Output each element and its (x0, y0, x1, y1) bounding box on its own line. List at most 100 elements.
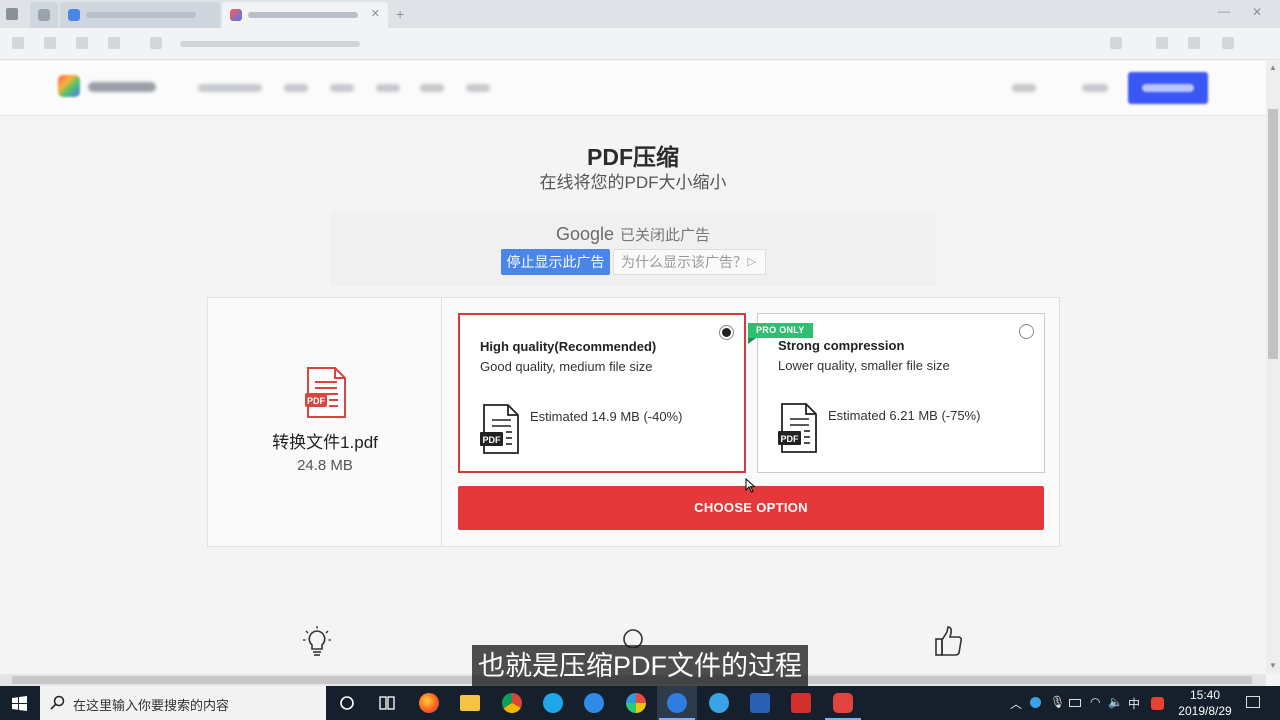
option-high-quality[interactable]: High quality(Recommended) Good quality, … (458, 313, 746, 473)
window-minimize-icon[interactable]: — (1218, 4, 1230, 18)
pdf-file-icon-label: PDF (307, 396, 326, 406)
why-ad-label: 为什么显示该广告？ (621, 254, 747, 270)
url-field[interactable] (170, 33, 1090, 55)
firefox-icon[interactable] (419, 693, 439, 713)
battery-icon[interactable] (1069, 699, 1081, 707)
microphone-icon[interactable]: 🎙 (1050, 695, 1065, 709)
document-pdf-icon: PDF (778, 403, 817, 453)
file-name: 转换文件1.pdf (272, 433, 378, 452)
page-title: PDF压缩 (587, 144, 679, 170)
compress-panel: PDF 转换文件1.pdf 24.8 MB High quality(Recom… (207, 297, 1060, 547)
site-header (0, 61, 1266, 116)
quick-assist-icon[interactable] (543, 693, 563, 713)
thumbs-up-icon (935, 626, 963, 656)
lightbulb-icon (303, 626, 331, 656)
file-explorer-icon[interactable] (460, 695, 480, 711)
option-estimate: Estimated 6.21 MB (-75%) (828, 408, 981, 423)
task-view-icon[interactable] (377, 693, 397, 713)
file-info: PDF 转换文件1.pdf 24.8 MB (208, 298, 442, 546)
forward-icon[interactable] (44, 37, 56, 49)
option-title: High quality(Recommended) (480, 339, 657, 354)
tab-favicon-icon (38, 9, 50, 21)
google-label: Google (555, 224, 615, 244)
pdf-app-icon[interactable] (833, 693, 853, 713)
video-caption: 也就是压缩PDF文件的过程 (472, 645, 808, 687)
site-logo-text[interactable] (88, 82, 156, 92)
window-close-icon[interactable]: ✕ (1252, 5, 1262, 19)
nav-item-2[interactable] (284, 84, 308, 92)
taskbar-search[interactable]: 在这里输入你要搜索的内容 (40, 686, 326, 720)
nav-item-tools[interactable] (198, 84, 262, 92)
option-title: Strong compression (778, 338, 905, 353)
acrobat-icon[interactable] (791, 693, 811, 713)
page-subtitle: 在线将您的PDF大小缩小 (539, 173, 727, 192)
scroll-up-icon[interactable]: ▲ (1269, 63, 1277, 72)
stop-ad-button[interactable]: 停止显示此广告 (501, 249, 610, 275)
scrollbar-thumb[interactable] (1268, 109, 1278, 359)
browser-tab-1[interactable] (30, 2, 58, 28)
bookmark-icon[interactable] (1110, 37, 1122, 49)
browser-address-bar (0, 28, 1280, 60)
app-blue-icon[interactable] (584, 693, 604, 713)
tray-chevron-icon[interactable]: ︿ (1010, 695, 1022, 712)
browser-tab-bar: ✕ + — ✕ (0, 0, 1280, 28)
ie-icon[interactable] (709, 693, 729, 713)
back-icon[interactable] (12, 37, 24, 49)
app-colorful-icon[interactable] (626, 693, 646, 713)
taskbar-search-placeholder: 在这里输入你要搜索的内容 (73, 698, 230, 713)
reload-icon[interactable] (76, 37, 88, 49)
option-description: Good quality, medium file size (480, 359, 653, 374)
browser-tab-active[interactable]: ✕ (222, 2, 388, 28)
tab-favicon-icon (68, 9, 80, 21)
nav-item-5[interactable] (420, 84, 444, 92)
chrome-icon[interactable] (502, 693, 522, 713)
ad-closed-notice: Google 已关闭此广告 (330, 224, 936, 245)
sogou-icon[interactable] (1151, 697, 1164, 710)
clock-time[interactable]: 15:40 (1183, 688, 1227, 702)
new-tab-icon[interactable]: + (396, 6, 404, 22)
shield-icon[interactable] (150, 37, 162, 49)
volume-icon[interactable]: 🔈 (1108, 695, 1123, 709)
taskbar: 在这里输入你要搜索的内容 ︿ 🎙 ◠ 🔈 中 15:40 2019/8/29 (0, 686, 1280, 720)
nav-login[interactable] (1082, 84, 1108, 92)
search-icon (50, 695, 65, 710)
tab-close-icon[interactable]: ✕ (371, 7, 380, 20)
document-pdf-icon-label: PDF (781, 434, 800, 444)
option-high-quality-radio[interactable] (719, 325, 734, 340)
nav-pricing[interactable] (1012, 84, 1036, 92)
option-description: Lower quality, smaller file size (778, 358, 950, 373)
tab-favicon-icon (230, 9, 242, 21)
clock-date[interactable]: 2019/8/29 (1176, 704, 1234, 718)
why-ad-button[interactable]: 为什么显示该广告？ ▷ (613, 249, 766, 275)
windows-start-icon[interactable] (12, 696, 27, 711)
option-strong-compression-radio[interactable] (1019, 324, 1034, 339)
option-estimate: Estimated 14.9 MB (-40%) (530, 409, 683, 424)
wifi-icon[interactable]: ◠ (1090, 695, 1100, 709)
option-strong-compression[interactable]: PRO ONLY Strong compression Lower qualit… (748, 313, 1045, 473)
ad-closed-text: 已关闭此广告 (620, 227, 711, 244)
nav-item-3[interactable] (330, 84, 354, 92)
browser-tab-2[interactable] (60, 2, 220, 28)
document-pdf-icon-label: PDF (483, 435, 502, 445)
browser-menu-icon[interactable] (6, 8, 18, 20)
home-icon[interactable] (108, 37, 120, 49)
notification-icon[interactable] (1246, 696, 1260, 708)
scroll-down-icon[interactable]: ▼ (1269, 661, 1277, 670)
tray-app-icon[interactable] (1030, 697, 1041, 708)
edge-icon[interactable] (667, 693, 687, 713)
user-icon[interactable] (1188, 37, 1200, 49)
signup-button[interactable] (1128, 72, 1208, 104)
word-icon[interactable] (750, 693, 770, 713)
extensions-icon[interactable] (1156, 37, 1168, 49)
pdf-file-icon: PDF (305, 367, 346, 418)
file-size: 24.8 MB (297, 457, 353, 474)
document-pdf-icon: PDF (480, 404, 519, 454)
nav-item-4[interactable] (376, 84, 400, 92)
vertical-scrollbar[interactable]: ▲ ▼ (1266, 61, 1280, 674)
site-logo-icon[interactable] (58, 75, 80, 97)
settings-icon[interactable] (1222, 37, 1234, 49)
nav-item-6[interactable] (466, 84, 490, 92)
ime-indicator[interactable]: 中 (1128, 695, 1140, 712)
cortana-icon[interactable] (337, 693, 357, 713)
mouse-cursor-icon (745, 478, 756, 493)
